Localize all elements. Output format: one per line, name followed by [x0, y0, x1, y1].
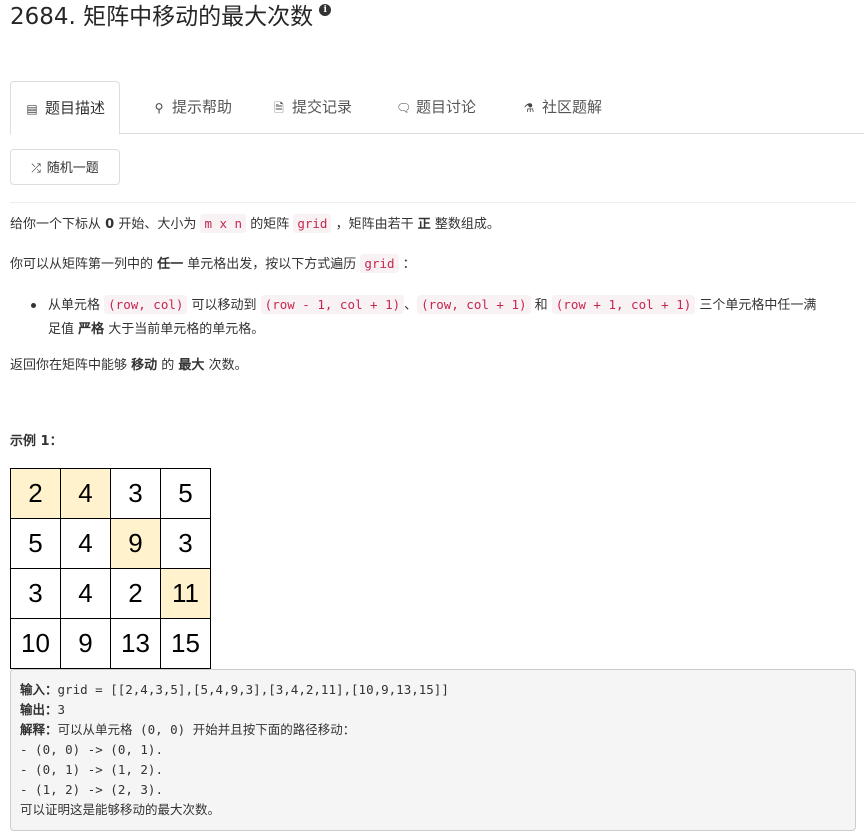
matrix-cell: 2 [10, 468, 61, 519]
bullet-dot [31, 303, 36, 308]
inline-code: grid [360, 254, 399, 273]
matrix-cell: 4 [60, 468, 111, 519]
flask-icon: ⚗ [523, 101, 535, 115]
example-title: 示例 1： [10, 434, 63, 449]
matrix-cell: 13 [110, 618, 161, 669]
info-icon[interactable]: i [319, 4, 332, 16]
matrix-row: 5493 [10, 518, 211, 569]
list-icon: ▤ [26, 102, 38, 116]
matrix-cell: 2 [110, 568, 161, 619]
example-matrix: 2 4 3 5 5 4 9 3 3 4 2 11 10 9 13 15 [10, 468, 211, 669]
matrix-row: 10 9 13 15 [10, 618, 211, 669]
divider [10, 202, 856, 203]
example-input: 输入：grid = [[2,4,3,5],[5,4,9,3],[3,4,2,11… [20, 682, 449, 697]
comments-icon: 🗨 [396, 101, 412, 115]
example-step: - (0, 1) -> (1, 2). [20, 762, 163, 777]
inline-code: (row + 1, col + 1) [551, 295, 696, 314]
matrix-cell: 3 [160, 518, 211, 569]
matrix-cell: 3 [10, 568, 61, 619]
matrix-cell: 5 [160, 468, 211, 519]
tab-hints[interactable]: ⚲ 提示帮助 [152, 81, 232, 133]
tab-discussion[interactable]: 🗨 题目讨论 [396, 81, 476, 133]
description-paragraph-1: 给你一个下标从 0 开始、大小为 m x n 的矩阵 grid ，矩阵由若干 正… [10, 214, 500, 233]
matrix-cell: 10 [10, 618, 61, 669]
tab-bar: ▤ 题目描述 ⚲ 提示帮助 🗎 提交记录 🗨 题目讨论 ⚗ 社区题解 [10, 81, 864, 135]
matrix-cell: 11 [160, 568, 211, 619]
matrix-row: 3 4 2 11 [10, 568, 211, 619]
description-bullet: 从单元格 (row, col) 可以移动到 (row - 1, col + 1)… [31, 293, 854, 342]
random-problem-button[interactable]: ⤮ 随机一题 [10, 149, 120, 185]
example-explanation: 解释：可以从单元格 (0, 0) 开始并且按下面的路径移动： [20, 722, 356, 737]
problem-title: 2684. 矩阵中移动的最大次数 [10, 4, 314, 30]
tab-solutions[interactable]: ⚗ 社区题解 [522, 81, 602, 133]
description-paragraph-2: 你可以从矩阵第一列中的 任一 单元格出发，按以下方式遍历 grid ： [10, 254, 416, 273]
example-step: - (1, 2) -> (2, 3). [20, 782, 163, 797]
matrix-cell: 5 [10, 518, 61, 569]
inline-code: (row, col) [104, 295, 188, 314]
matrix-cell: 9 [60, 618, 111, 669]
matrix-cell: 15 [160, 618, 211, 669]
code-file-icon: 🗎 [274, 101, 284, 115]
inline-code: m x n [200, 214, 247, 233]
matrix-cell: 3 [110, 468, 161, 519]
matrix-cell: 9 [110, 518, 161, 569]
tab-submissions[interactable]: 🗎 提交记录 [272, 81, 352, 133]
page-title: 2684. 矩阵中移动的最大次数 i [10, 2, 332, 32]
matrix-cell: 4 [60, 568, 111, 619]
tab-description[interactable]: ▤ 题目描述 [10, 81, 121, 135]
example-conclusion: 可以证明这是能够移动的最大次数。 [20, 802, 221, 817]
example-step: - (0, 0) -> (0, 1). [20, 742, 163, 757]
matrix-cell: 4 [60, 518, 111, 569]
example-block: 输入：grid = [[2,4,3,5],[5,4,9,3],[3,4,2,11… [10, 669, 856, 831]
inline-code: (row - 1, col + 1) [260, 295, 405, 314]
matrix-row: 2435 [10, 468, 211, 519]
inline-code: grid [293, 214, 332, 233]
example-output: 输出：3 [20, 702, 66, 717]
lightbulb-icon: ⚲ [154, 101, 164, 115]
description-paragraph-3: 返回你在矩阵中能够 移动 的 最大 次数。 [10, 358, 248, 373]
inline-code: (row, col + 1) [417, 295, 531, 314]
shuffle-icon: ⤮ [31, 161, 41, 175]
